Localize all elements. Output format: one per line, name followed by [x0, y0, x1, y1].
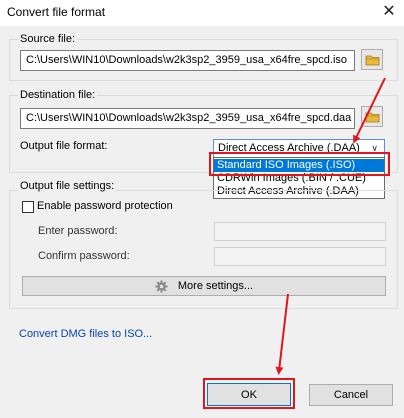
annotation-arrows	[275, 77, 386, 375]
annotation-arrow-to-dropdown	[353, 77, 386, 144]
annotation-arrow-to-ok	[275, 293, 289, 375]
